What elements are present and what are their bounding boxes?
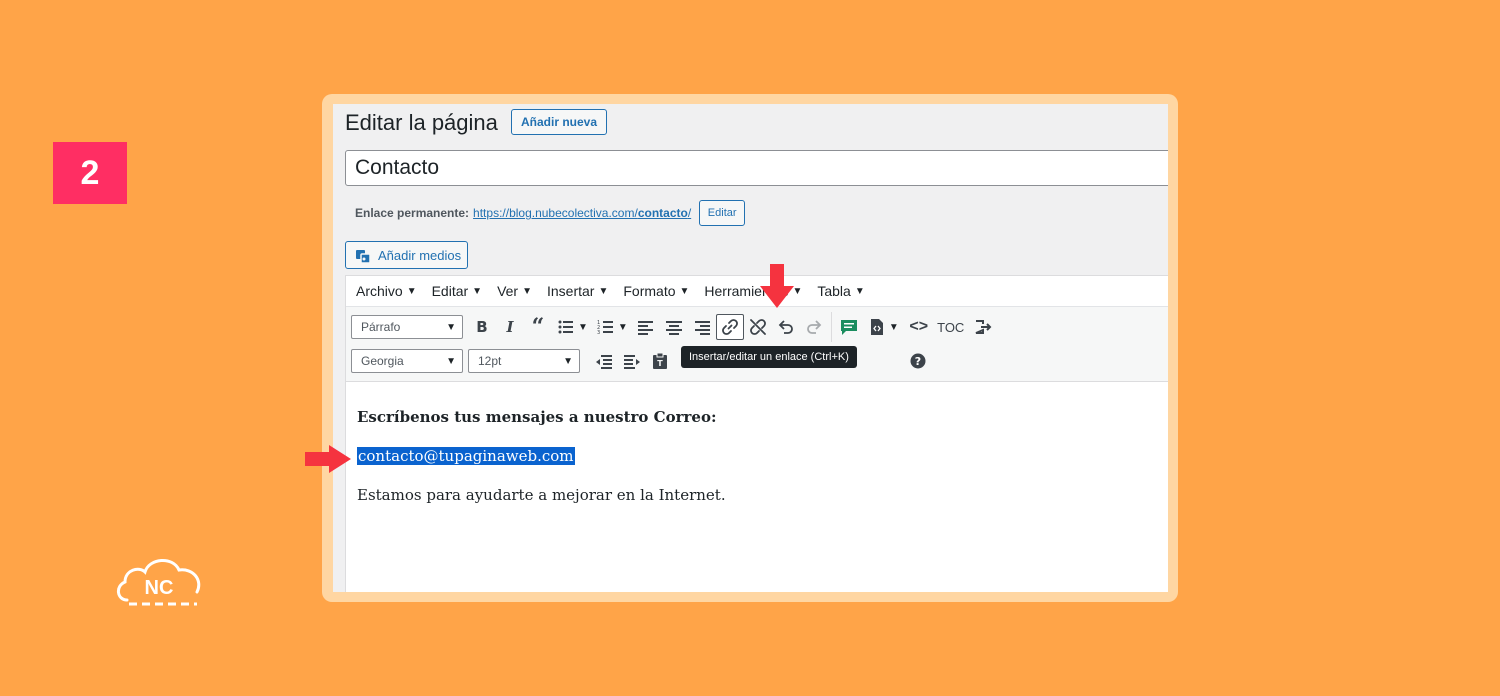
menu-label: Tabla	[817, 283, 851, 299]
align-left-button[interactable]	[632, 314, 660, 340]
right-arrow-icon	[305, 445, 351, 473]
help-button[interactable]: ?	[904, 348, 932, 374]
svg-text:T: T	[657, 359, 663, 368]
content-heading: Escríbenos tus mensajes a nuestro Correo…	[357, 408, 717, 426]
align-right-button[interactable]	[688, 314, 716, 340]
exit-button[interactable]	[969, 314, 997, 340]
link-icon	[721, 319, 738, 335]
font-select-value: Georgia	[361, 354, 404, 368]
caret-down-icon: ▼	[854, 285, 865, 297]
font-size-select[interactable]: 12pt ▼	[468, 349, 580, 373]
menu-formato[interactable]: Formato ▼	[623, 283, 689, 299]
caret-down-icon: ▼	[446, 321, 456, 333]
caret-down-icon: ▼	[598, 285, 609, 297]
unlink-button[interactable]	[744, 314, 772, 340]
toolbar-row-1: Párrafo ▼ B I “ ▼ 123 ▼ ▼ <> TOC	[351, 312, 997, 342]
menu-label: Insertar	[547, 283, 595, 299]
permalink-prefix: https://blog.nubecolectiva.com/	[473, 206, 638, 220]
editor-content-area[interactable]: Escríbenos tus mensajes a nuestro Correo…	[346, 382, 1168, 551]
format-select-value: Párrafo	[361, 320, 401, 334]
numbered-list-button[interactable]: 123	[592, 314, 620, 340]
menu-ver[interactable]: Ver ▼	[497, 283, 532, 299]
menu-label: Editar	[431, 283, 469, 299]
unlink-icon	[749, 319, 766, 335]
redo-icon	[806, 320, 822, 334]
down-arrow-icon	[760, 264, 794, 308]
tinymce-editor: Archivo ▼ Editar ▼ Ver ▼ Insertar ▼ Formato ▼…	[345, 275, 1168, 592]
caret-down-icon[interactable]: ▼	[618, 322, 628, 333]
add-new-button[interactable]: Añadir nueva	[511, 109, 607, 135]
code-snippet-button[interactable]	[863, 314, 891, 340]
menu-label: Archivo	[356, 283, 403, 299]
align-left-icon	[637, 321, 653, 335]
outdent-icon	[596, 355, 612, 369]
outdent-button[interactable]	[590, 348, 618, 374]
editor-toolbar: Párrafo ▼ B I “ ▼ 123 ▼ ▼ <> TOC Georgia…	[346, 307, 1168, 382]
font-family-select[interactable]: Georgia ▼	[351, 349, 463, 373]
align-center-button[interactable]	[660, 314, 688, 340]
clipboard-icon: T	[653, 352, 667, 369]
menu-label: Formato	[623, 283, 676, 299]
editor-menubar: Archivo ▼ Editar ▼ Ver ▼ Insertar ▼ Formato ▼…	[346, 276, 1168, 307]
edit-slug-button[interactable]: Editar	[699, 200, 746, 226]
content-paragraph: Estamos para ayudarte a mejorar en la In…	[357, 486, 726, 504]
code-button[interactable]: <>	[905, 314, 933, 340]
permalink-slug: contacto	[637, 206, 688, 220]
caret-down-icon: ▼	[472, 285, 483, 297]
caret-down-icon: ▼	[522, 285, 532, 297]
permalink-suffix: /	[687, 206, 692, 220]
paste-text-button[interactable]: T	[646, 348, 674, 374]
caret-down-icon: ▼	[563, 355, 573, 367]
menu-insertar[interactable]: Insertar ▼	[547, 283, 608, 299]
media-icon	[356, 249, 371, 264]
nc-cloud-logo: NC	[117, 559, 201, 606]
undo-icon	[778, 320, 793, 334]
align-right-icon	[694, 321, 710, 335]
permalink-row: Enlace permanente: https://blog.nubecole…	[355, 200, 746, 226]
caret-down-icon: ▼	[446, 355, 456, 367]
caret-down-icon[interactable]: ▼	[889, 322, 899, 333]
redo-button[interactable]	[800, 314, 828, 340]
toolbar-separator	[830, 312, 832, 342]
menu-archivo[interactable]: Archivo ▼	[356, 283, 417, 299]
svg-text:3: 3	[597, 330, 600, 336]
permalink-link[interactable]: https://blog.nubecolectiva.com/contacto/	[473, 206, 691, 220]
link-tooltip: Insertar/editar un enlace (Ctrl+K)	[681, 346, 857, 368]
add-media-label: Añadir medios	[378, 247, 462, 263]
blockquote-button[interactable]: “	[524, 314, 552, 340]
menu-label: Ver	[497, 283, 519, 299]
size-select-value: 12pt	[478, 354, 502, 368]
align-center-icon	[665, 321, 682, 335]
svg-text:?: ?	[915, 355, 921, 368]
indent-button[interactable]	[618, 348, 646, 374]
comment-button[interactable]	[835, 314, 863, 340]
permalink-label: Enlace permanente:	[355, 206, 470, 220]
exit-icon	[975, 320, 992, 334]
insert-link-button[interactable]	[715, 314, 744, 340]
undo-button[interactable]	[772, 314, 800, 340]
title-input[interactable]: Contacto	[345, 150, 1168, 186]
caret-down-icon[interactable]: ▼	[578, 322, 588, 333]
help-icon: ?	[910, 353, 926, 369]
logo-text: NC	[145, 577, 174, 599]
menu-editar[interactable]: Editar ▼	[432, 283, 482, 299]
page-heading: Editar la página	[345, 110, 498, 135]
comment-icon	[840, 320, 857, 335]
caret-down-icon: ▼	[406, 285, 417, 297]
numbered-list-icon: 123	[597, 320, 613, 336]
add-media-button[interactable]: Añadir medios	[345, 241, 468, 269]
caret-down-icon: ▼	[679, 285, 690, 297]
step-number-badge: 2	[53, 142, 127, 204]
bold-button[interactable]: B	[468, 314, 496, 340]
selected-email-text[interactable]: contacto@tupaginaweb.com	[357, 447, 575, 465]
format-select[interactable]: Párrafo ▼	[351, 315, 463, 339]
toc-button[interactable]: TOC	[933, 314, 969, 340]
indent-icon	[624, 355, 640, 369]
italic-button[interactable]: I	[496, 314, 524, 340]
menu-tabla[interactable]: Tabla ▼	[817, 283, 864, 299]
code-file-icon	[870, 319, 883, 335]
bullet-list-button[interactable]	[552, 314, 580, 340]
email-paragraph: contacto@tupaginaweb.com	[357, 447, 1165, 465]
bullet-list-icon	[558, 320, 573, 334]
